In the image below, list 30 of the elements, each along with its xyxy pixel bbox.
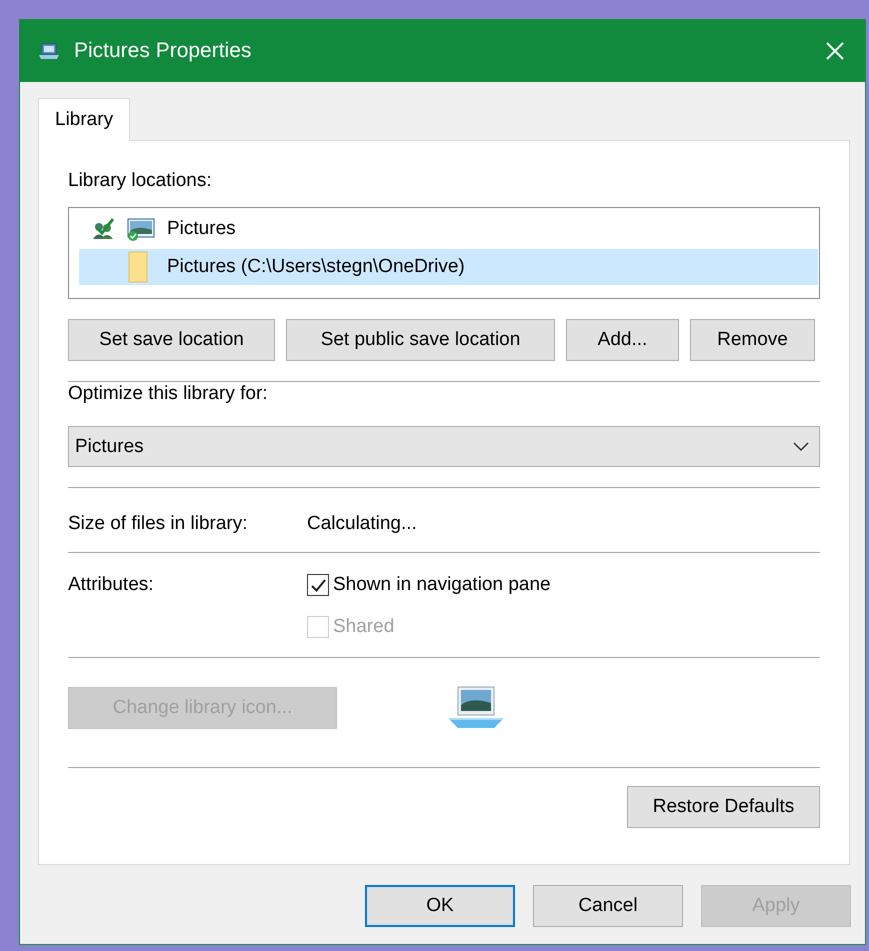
location-button[interactable]: Set save location [68, 319, 275, 361]
location-button[interactable]: Set public save location [286, 319, 555, 361]
folder-icon [127, 250, 149, 284]
dialog-button[interactable]: OK [365, 885, 515, 927]
tab[interactable]: Library [38, 98, 130, 141]
library-pictures-icon [127, 216, 155, 242]
library-icon [38, 42, 60, 60]
location-button[interactable]: Remove [690, 319, 815, 361]
field-label: Attributes: [68, 573, 155, 597]
location-list[interactable]: Pictures Pictures (C:\Users\stegn\OneDrive) [68, 207, 820, 299]
window-title: Pictures Properties [74, 39, 252, 63]
close-icon[interactable] [825, 41, 845, 61]
checkmark-icon [310, 576, 326, 594]
section-label: Optimize this library for: [68, 382, 269, 406]
chevron-down-icon [793, 442, 809, 452]
checkbox[interactable] [307, 574, 329, 596]
checkbox-label: Shown in navigation pane [333, 574, 551, 596]
section-label: Library locations: [68, 169, 213, 193]
restore-defaults-button[interactable]: Restore Defaults [627, 786, 820, 828]
location-label: Pictures [167, 218, 236, 240]
library-picture-icon [446, 686, 506, 730]
location-label: Pictures (C:\Users\stegn\OneDrive) [167, 256, 465, 278]
field-label: Size of files in library: [68, 512, 249, 536]
location-button[interactable]: Add... [566, 319, 679, 361]
checkbox-label: Shared [333, 616, 394, 638]
location-item[interactable]: Pictures [79, 211, 818, 247]
dialog-button[interactable]: Cancel [533, 885, 683, 927]
field-value: Calculating... [307, 512, 417, 536]
location-item[interactable]: Pictures (C:\Users\stegn\OneDrive) [79, 249, 818, 285]
optimize-dropdown[interactable]: Pictures [68, 426, 820, 467]
